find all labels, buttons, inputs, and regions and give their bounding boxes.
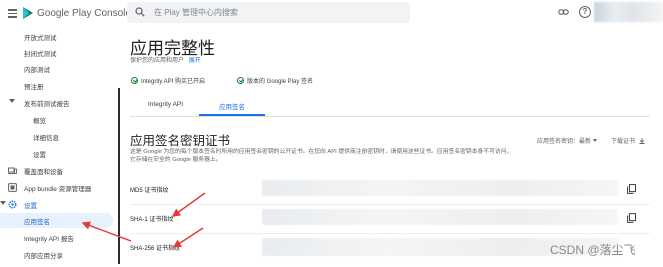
section-description-line1: 这是 Google 为您的每个版本签名时所用的应用签名密钥的公开证书。在您向 A… [130, 149, 513, 155]
sidebar-item-pre-launch-settings[interactable]: 设置 [0, 146, 113, 161]
sidebar-item-integrity-api-report[interactable]: Integrity API 报告 [0, 230, 113, 245]
chevron-down-icon [9, 99, 15, 103]
tab-integrity-api[interactable]: Integrity API [148, 101, 183, 108]
link-icon[interactable] [558, 7, 569, 17]
chevron-down-icon [593, 139, 598, 142]
key-sort-label: 应用签名密钥：最新 [537, 139, 592, 145]
section-description-line2: 它存储在安全的 Google 服务器上。 [130, 157, 222, 163]
sidebar-item-label: Integrity API 报告 [24, 236, 74, 243]
help-icon[interactable]: ? [579, 6, 591, 18]
play-console-logo-icon [23, 7, 33, 19]
sidebar-item-pre-registration[interactable]: 预注册 [0, 78, 113, 93]
status-integrity-api: Integrity API 购买已开启 [131, 76, 205, 85]
search-icon [135, 7, 145, 17]
watermark: CSDN @落尘飞 [550, 243, 636, 257]
sidebar-item-label: 内部应用分享 [24, 253, 63, 260]
sidebar-item-label: 设置 [33, 152, 46, 159]
md5-label: MD5 证书指纹 [130, 188, 169, 194]
top-bar: Google Play Console 在 Play 管理中心内搜索 ? [0, 0, 663, 30]
row-divider [130, 233, 650, 234]
menu-icon[interactable] [8, 9, 17, 18]
section-title: 应用签名密钥证书 [130, 134, 231, 148]
row-divider [130, 204, 650, 205]
sidebar-item-label: App bundle 资源管理器 [24, 186, 92, 193]
sha1-value [262, 209, 618, 225]
expand-link[interactable]: 展开 [189, 58, 201, 64]
sidebar-item-overview[interactable]: 概览 [0, 112, 113, 127]
check-circle-icon [131, 77, 138, 84]
sidebar-item-internal-testing[interactable]: 内部测试 [0, 61, 113, 76]
account-avatar[interactable] [594, 2, 663, 22]
key-sort-select[interactable]: 应用签名密钥：最新 [537, 136, 598, 145]
page-subtitle-text: 保护您的应用和用户 [130, 58, 185, 64]
sha1-label: SHA-1 证书指纹 [130, 217, 174, 223]
download-certificate-button[interactable]: 下载证书 [611, 136, 645, 145]
sidebar-item-pre-launch-report[interactable]: 发布前测试报告 [0, 95, 113, 110]
sidebar-item-app-signing[interactable]: 应用签名 [0, 213, 113, 228]
sidebar-item-label: 预注册 [24, 84, 44, 91]
sidebar-item-reach-devices[interactable]: 覆盖面和设备 [0, 163, 113, 178]
copy-icon[interactable] [627, 184, 636, 194]
sidebar-item-internal-app-sharing[interactable]: 内部应用分享 [0, 247, 113, 262]
sidebar-item-label: 封闭式测试 [24, 51, 57, 58]
sidebar-item-details[interactable]: 详细信息 [0, 129, 113, 144]
sidebar-item-app-bundle-explorer[interactable]: App bundle 资源管理器 [0, 180, 113, 195]
download-icon [639, 138, 645, 144]
sidebar-item-closed-testing[interactable]: 封闭式测试 [0, 45, 113, 60]
sidebar-item-label: 概览 [33, 118, 46, 125]
chevron-down-icon [0, 201, 6, 205]
sidebar-item-label: 覆盖面和设备 [24, 169, 63, 176]
gear-icon [8, 200, 17, 209]
devices-icon [8, 167, 17, 174]
scroll-divider [118, 88, 120, 264]
sidebar-item-label: 内部测试 [24, 67, 50, 74]
sidebar-item-setup[interactable]: 设置 [0, 197, 113, 212]
sidebar-item-label: 设置 [24, 203, 37, 210]
tabs-divider [130, 116, 650, 117]
section-description: 这是 Google 为您的每个版本签名时所用的应用签名密钥的公开证书。在您向 A… [130, 148, 530, 164]
sidebar-item-label: 详细信息 [33, 135, 59, 142]
check-circle-icon [237, 77, 244, 84]
status-play-signing: 版本的 Google Play 签名 [237, 76, 313, 85]
sha256-label: SHA-256 证书指纹 [130, 246, 181, 252]
status-play-signing-text: 版本的 Google Play 签名 [247, 79, 314, 85]
search-input[interactable]: 在 Play 管理中心内搜索 [127, 2, 410, 23]
md5-value [262, 180, 618, 196]
sidebar-item-open-testing[interactable]: 开放式测试 [0, 29, 113, 44]
app-title[interactable]: Google Play Console [37, 8, 131, 19]
page-subtitle: 保护您的应用和用户 展开 [130, 55, 201, 64]
sidebar-item-label: 应用签名 [24, 219, 50, 226]
copy-icon[interactable] [627, 213, 636, 223]
tab-app-signing[interactable]: 应用签名 [219, 101, 245, 111]
search-placeholder: 在 Play 管理中心内搜索 [154, 8, 239, 17]
sidebar-item-label: 开放式测试 [24, 35, 57, 42]
sidebar-item-label: 发布前测试报告 [24, 101, 70, 108]
app-bundle-icon [8, 183, 17, 192]
download-certificate-label: 下载证书 [611, 139, 636, 145]
status-integrity-api-text: Integrity API 购买已开启 [141, 79, 206, 85]
